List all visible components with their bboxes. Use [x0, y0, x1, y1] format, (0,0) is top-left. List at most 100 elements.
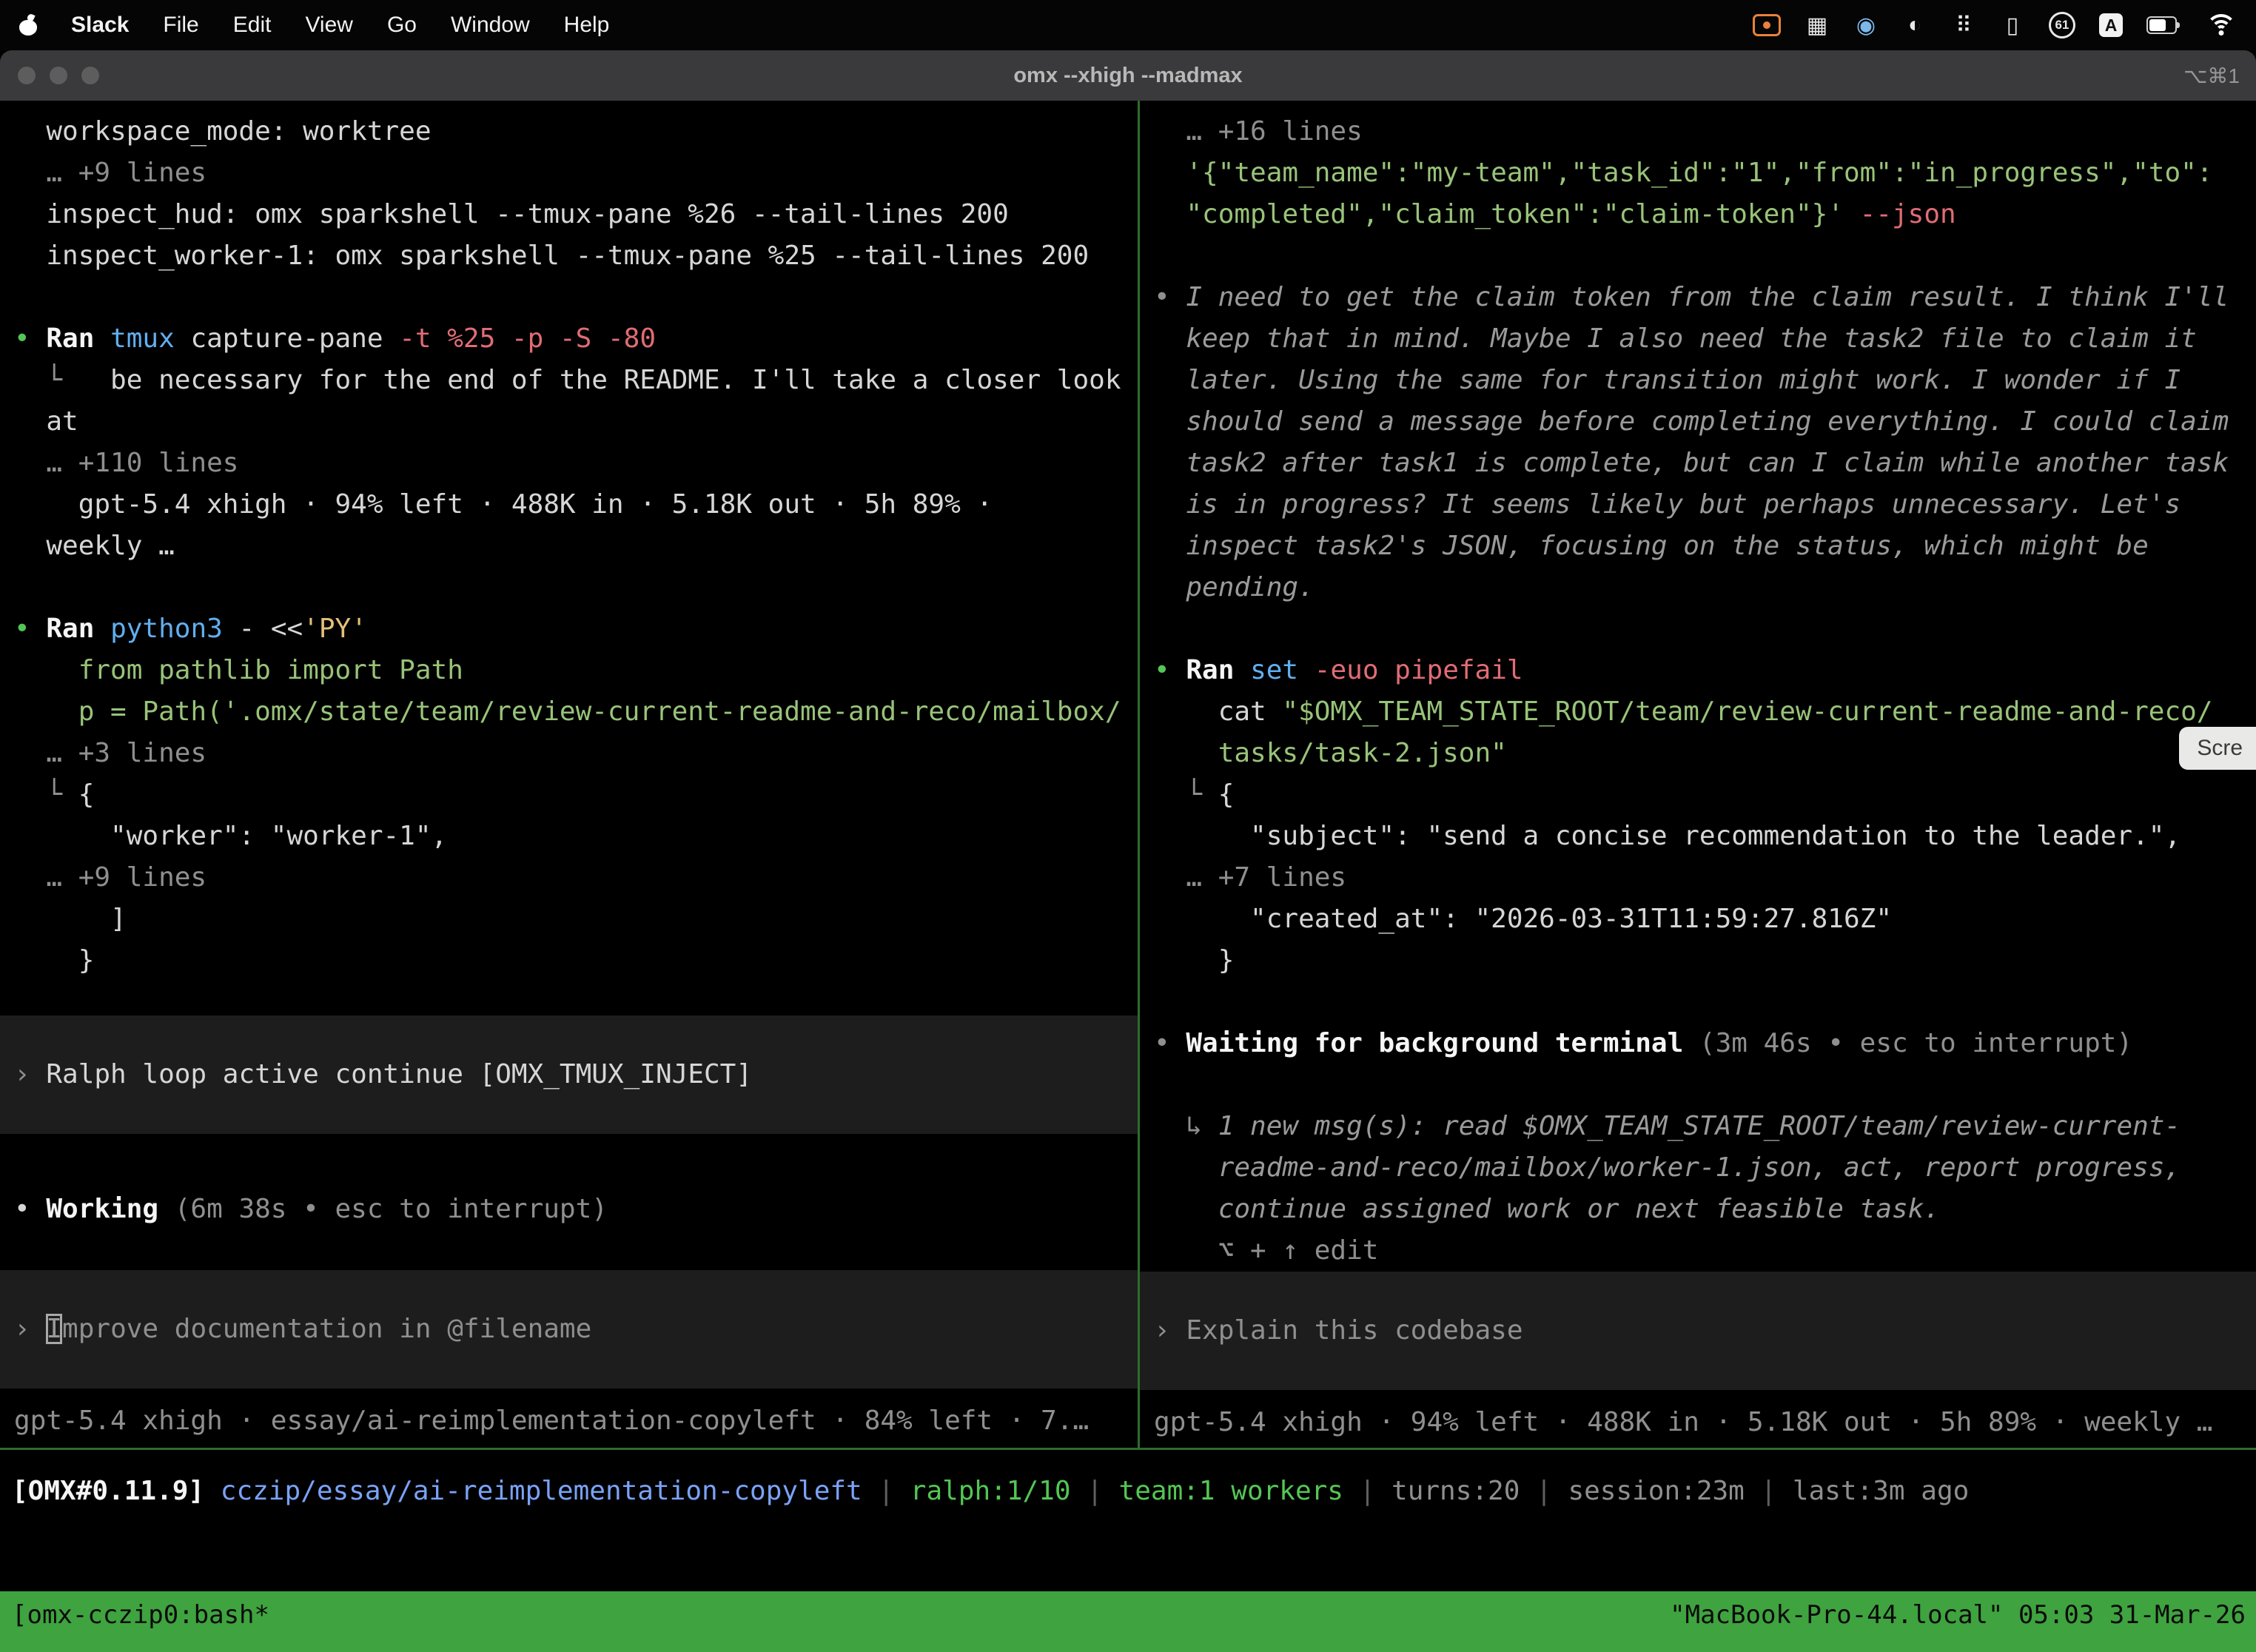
composer-input-right[interactable]: › Explain this codebase [1140, 1272, 2256, 1390]
window-titlebar[interactable]: omx --xhigh --madmax ⌥⌘1 [0, 50, 2256, 101]
menu-item-edit[interactable]: Edit [233, 13, 272, 38]
terminal-line: "created_at": "2026-03-31T11:59:27.816Z" [1154, 899, 2256, 940]
terminal-line: } [14, 940, 1138, 981]
window-title: omx --xhigh --madmax [0, 64, 2256, 88]
zoom-button[interactable] [81, 67, 99, 84]
terminal-line: cat "$OMX_TEAM_STATE_ROOT/team/review-cu… [1154, 691, 2256, 733]
terminal-line [1154, 608, 2256, 650]
apple-menu-icon[interactable] [19, 15, 37, 36]
terminal-content: workspace_mode: worktree … +9 lines insp… [0, 101, 2256, 1448]
menu-status-icons: ▦ ◉ ◐ ⠿ ▯ 61 A [1753, 12, 2237, 38]
terminal-line: └ { [14, 774, 1138, 816]
terminal-line: from pathlib import Path [14, 650, 1138, 691]
traffic-lights [0, 67, 99, 84]
minimize-button[interactable] [50, 67, 67, 84]
terminal-line: keep that in mind. Maybe I also need the… [1154, 318, 2256, 360]
terminal-window: omx --xhigh --madmax ⌥⌘1 workspace_mode:… [0, 50, 2256, 1652]
terminal-line: is in progress? It seems likely but perh… [1154, 484, 2256, 526]
menu-app-name[interactable]: Slack [71, 13, 129, 38]
terminal-line: • Waiting for background terminal (3m 46… [1154, 1023, 2256, 1064]
omx-status-line: [OMX#0.11.9] cczip/essay/ai-reimplementa… [0, 1450, 2256, 1591]
terminal-line: └ { [1154, 774, 2256, 816]
tmux-host-clock: "MacBook-Pro-44.local" 05:03 31-Mar-26 [1670, 1600, 2246, 1652]
menu-item-file[interactable]: File [163, 13, 198, 38]
menu-item-go[interactable]: Go [387, 13, 417, 38]
terminal-line [14, 277, 1138, 318]
terminal-line: [OMX#0.11.9] cczip/essay/ai-reimplementa… [12, 1471, 2256, 1512]
terminal-line: inspect task2's JSON, focusing on the st… [1154, 526, 2256, 567]
inject-banner: › Ralph loop active continue [OMX_TMUX_I… [0, 1015, 1138, 1134]
terminal-line: at [14, 401, 1138, 443]
screen-recording-indicator-icon[interactable] [1753, 14, 1781, 36]
terminal-line: p = Path('.omx/state/team/review-current… [14, 691, 1138, 733]
terminal-line [1154, 1064, 2256, 1106]
terminal-line: … +16 lines [1154, 111, 2256, 152]
right-pane-footer: gpt-5.4 xhigh · 94% left · 488K in · 5.1… [1154, 1402, 2256, 1443]
terminal-line: later. Using the same for transition mig… [1154, 360, 2256, 401]
terminal-line: readme-and-reco/mailbox/worker-1.json, a… [1154, 1147, 2256, 1189]
terminal-line: … +9 lines [14, 152, 1138, 194]
terminal-line: • Working (6m 38s • esc to interrupt) [14, 1189, 1138, 1230]
left-pane-footer: gpt-5.4 xhigh · essay/ai-reimplementatio… [14, 1400, 1138, 1442]
right-scrollback: … +16 lines '{"team_name":"my-team","tas… [1154, 111, 2256, 1272]
terminal-line [14, 567, 1138, 608]
menu-item-window[interactable]: Window [451, 13, 530, 38]
terminal-line: ↳ 1 new msg(s): read $OMX_TEAM_STATE_ROO… [1154, 1106, 2256, 1147]
wifi-icon[interactable] [2206, 14, 2237, 36]
working-status: • Working (6m 38s • esc to interrupt) [14, 1189, 1138, 1230]
window-shortcut-hint: ⌥⌘1 [2183, 64, 2256, 88]
screenshot-tooltip[interactable]: Scre [2179, 727, 2256, 770]
terminal-line: … +9 lines [14, 857, 1138, 899]
water-drop-icon[interactable]: ◉ [1853, 13, 1879, 38]
contrast-circle-icon[interactable]: ◐ [1902, 13, 1927, 38]
menu-item-view[interactable]: View [305, 13, 352, 38]
menu-bar: Slack File Edit View Go Window Help ▦ ◉ ◐ ⠿ ▯… [0, 0, 2256, 50]
composer-input-left[interactable]: › Improve documentation in @filename [0, 1270, 1138, 1389]
terminal-line [1154, 981, 2256, 1023]
tmux-status-bar: [omx-cczip0:bash* "MacBook-Pro-44.local"… [0, 1591, 2256, 1652]
iphone-mirroring-icon[interactable]: ▯ [2000, 13, 2025, 38]
terminal-line: inspect_hud: omx sparkshell --tmux-pane … [14, 194, 1138, 235]
terminal-line: workspace_mode: worktree [14, 111, 1138, 152]
terminal-line: '{"team_name":"my-team","task_id":"1","f… [1154, 152, 2256, 194]
menu-items: File Edit View Go Window Help [163, 13, 609, 38]
terminal-line: continue assigned work or next feasible … [1154, 1189, 2256, 1230]
left-scrollback: workspace_mode: worktree … +9 lines insp… [14, 111, 1138, 981]
battery-percent-badge[interactable]: 61 [2049, 12, 2075, 38]
terminal-line: "worker": "worker-1", [14, 816, 1138, 857]
terminal-line: … +110 lines [14, 443, 1138, 484]
terminal-line: … +3 lines [14, 733, 1138, 774]
menu-item-help[interactable]: Help [564, 13, 610, 38]
terminal-line: • Ran python3 - <<'PY' [14, 608, 1138, 650]
terminal-line: › Ralph loop active continue [OMX_TMUX_I… [14, 1054, 1138, 1095]
right-terminal-pane[interactable]: … +16 lines '{"team_name":"my-team","tas… [1140, 101, 2256, 1448]
terminal-line: • I need to get the claim token from the… [1154, 277, 2256, 318]
terminal-line: gpt-5.4 xhigh · essay/ai-reimplementatio… [14, 1400, 1138, 1442]
terminal-line: … +7 lines [1154, 857, 2256, 899]
screen: Slack File Edit View Go Window Help ▦ ◉ ◐ ⠿ ▯… [0, 0, 2256, 1652]
terminal-line: gpt-5.4 xhigh · 94% left · 488K in · 5.1… [14, 484, 1138, 526]
battery-icon[interactable] [2146, 16, 2182, 34]
terminal-line: gpt-5.4 xhigh · 94% left · 488K in · 5.1… [1154, 1402, 2256, 1443]
input-source-icon[interactable]: A [2099, 13, 2123, 37]
terminal-line: weekly … [14, 526, 1138, 567]
terminal-line: } [1154, 940, 2256, 981]
terminal-line: should send a message before completing … [1154, 401, 2256, 443]
terminal-line: "completed","claim_token":"claim-token"}… [1154, 194, 2256, 235]
terminal-line [1154, 235, 2256, 277]
dots-grid-icon[interactable]: ⠿ [1951, 13, 1976, 38]
tmux-session-label: [omx-cczip0:bash* [12, 1600, 269, 1652]
terminal-line: ] [14, 899, 1138, 940]
terminal-line: › Explain this codebase [1154, 1310, 2256, 1352]
left-terminal-pane[interactable]: workspace_mode: worktree … +9 lines insp… [0, 101, 1138, 1448]
terminal-line: • Ran set -euo pipefail [1154, 650, 2256, 691]
terminal-line: pending. [1154, 567, 2256, 608]
terminal-line: › Improve documentation in @filename [14, 1309, 1138, 1350]
close-button[interactable] [18, 67, 36, 84]
terminal-line: inspect_worker-1: omx sparkshell --tmux-… [14, 235, 1138, 277]
terminal-line: "subject": "send a concise recommendatio… [1154, 816, 2256, 857]
keyboard-icon[interactable]: ▦ [1805, 13, 1830, 38]
terminal-line: tasks/task-2.json" [1154, 733, 2256, 774]
terminal-line: task2 after task1 is complete, but can I… [1154, 443, 2256, 484]
terminal-line: └ be necessary for the end of the README… [14, 360, 1138, 401]
